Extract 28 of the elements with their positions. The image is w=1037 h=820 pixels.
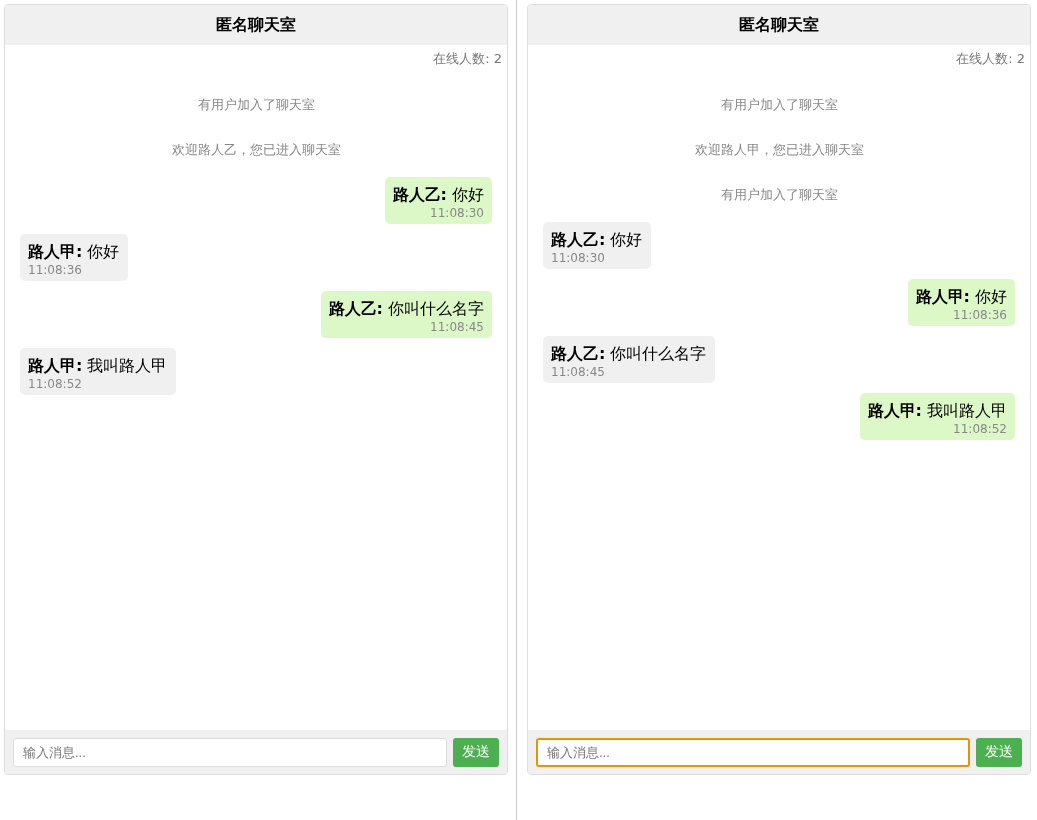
message-text: 路人乙: 你叫什么名字	[551, 343, 707, 365]
system-notice: 有用户加入了聊天室	[196, 96, 316, 114]
online-count: 在线人数: 2	[432, 50, 503, 67]
system-notice: 欢迎路人乙，您已进入聊天室	[170, 141, 342, 159]
send-button[interactable]: 发送	[453, 737, 499, 767]
message-time: 11:08:45	[430, 320, 484, 334]
message-time: 11:08:36	[953, 308, 1007, 322]
message-text: 路人乙: 你好	[392, 184, 484, 206]
message-text: 路人甲: 我叫路人甲	[28, 355, 168, 377]
message-text: 路人甲: 我叫路人甲	[867, 400, 1007, 422]
system-notice: 有用户加入了聊天室	[719, 186, 839, 204]
message-time: 11:08:36	[28, 263, 82, 277]
message-time: 11:08:30	[551, 251, 605, 265]
message-text: 路人甲: 你好	[915, 286, 1007, 308]
message-text: 路人乙: 你好	[551, 229, 643, 251]
message-time: 11:08:45	[551, 365, 605, 379]
message-text: 路人乙: 你叫什么名字	[328, 298, 484, 320]
chat-title: 匿名聊天室	[528, 5, 1030, 45]
message-text: 路人甲: 你好	[28, 241, 120, 263]
message-time: 11:08:30	[430, 206, 484, 220]
message-input[interactable]: 输入消息...	[536, 737, 970, 767]
message-time: 11:08:52	[28, 377, 82, 391]
online-count: 在线人数: 2	[955, 50, 1026, 67]
system-notice: 欢迎路人甲，您已进入聊天室	[693, 141, 865, 159]
chat-title: 匿名聊天室	[5, 5, 507, 45]
send-button[interactable]: 发送	[976, 737, 1022, 767]
system-notice: 有用户加入了聊天室	[719, 96, 839, 114]
message-time: 11:08:52	[953, 422, 1007, 436]
